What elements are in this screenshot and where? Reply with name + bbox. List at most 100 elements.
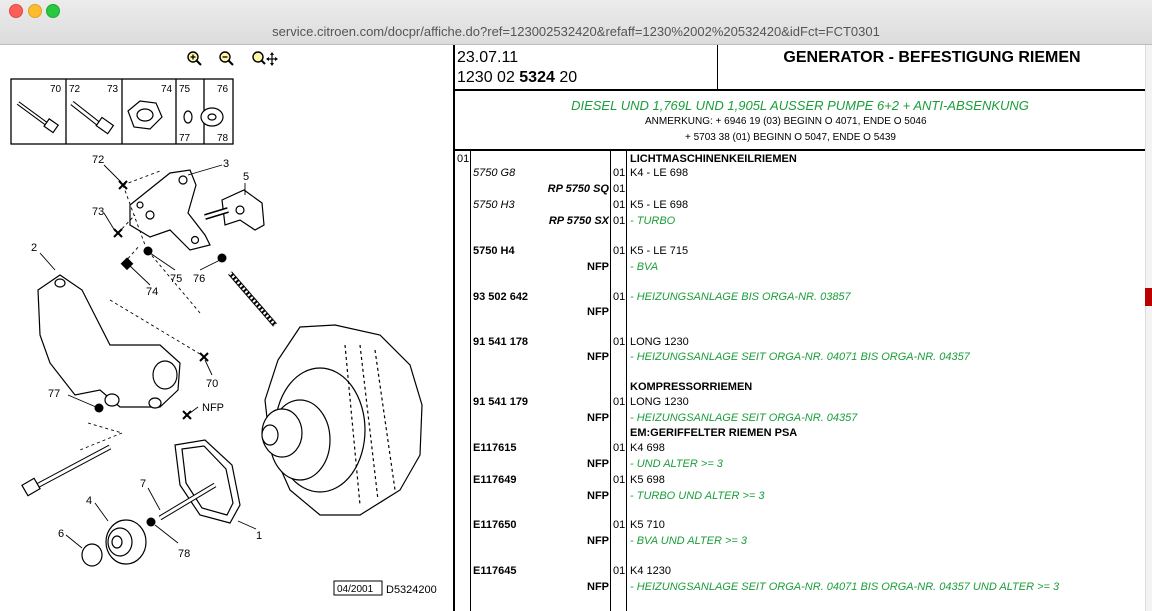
quantity: 01 [613, 474, 626, 486]
quantity: 01 [613, 396, 626, 408]
part-description: - BVA [630, 261, 659, 273]
part-description: - BVA UND ALTER >= 3 [630, 535, 747, 547]
part-description: - UND ALTER >= 3 [630, 458, 723, 470]
part-reference: E117649 [473, 474, 517, 486]
callout-73: 73 [92, 206, 104, 218]
sub-reference: NFP [587, 490, 609, 502]
part-description: - TURBO [630, 215, 676, 227]
table-row[interactable]: 93 502 642 01 - HEIZUNGSANLAGE BIS ORGA-NR… [455, 291, 1145, 305]
quantity: 01 [613, 183, 626, 195]
quantity: 01 [613, 215, 626, 227]
part-description: - HEIZUNGSANLAGE SEIT ORGA-NR. 04357 [630, 412, 858, 424]
part-description: K5 - LE 698 [630, 199, 689, 211]
part-description: - TURBO UND ALTER >= 3 [630, 490, 765, 502]
table-row[interactable]: EM:GERIFFELTER RIEMEN PSA [455, 427, 1145, 441]
callout-77: 77 [48, 388, 60, 400]
hw-label-78: 78 [217, 133, 229, 144]
condition-title: DIESEL UND 1,769L UND 1,905L AUSSER PUMP… [571, 98, 1029, 113]
ref-bold: 5324 [519, 69, 555, 86]
hw-label-73: 73 [107, 84, 119, 95]
quantity: 01 [613, 565, 626, 577]
scroll-marker [1145, 288, 1152, 306]
table-row[interactable]: E117645 01 K4 1230 [455, 565, 1145, 579]
quantity: 01 [613, 336, 626, 348]
callout-1: 1 [256, 530, 262, 542]
table-row[interactable]: 5750 H3 01 K5 - LE 698 [455, 199, 1145, 213]
hw-label-75: 75 [179, 84, 191, 95]
quantity: 01 [613, 291, 626, 303]
quantity: 01 [613, 245, 626, 257]
table-row[interactable]: 91 541 179 01 LONG 1230 [455, 396, 1145, 410]
header-reference: 1230 02 5324 20 [457, 69, 577, 87]
group-number: 01 [457, 153, 470, 165]
quantity: 01 [613, 442, 626, 454]
table-row[interactable]: KOMPRESSORRIEMEN [455, 381, 1145, 395]
callout-7: 7 [140, 478, 146, 490]
part-description: - HEIZUNGSANLAGE SEIT ORGA-NR. 04071 BIS… [630, 581, 1060, 593]
table-row[interactable]: 5750 H4 01 K5 - LE 715 [455, 245, 1145, 259]
hw-label-72: 72 [69, 84, 81, 95]
vertical-scrollbar[interactable] [1145, 45, 1152, 611]
browser-titlebar: service.citroen.com/docpr/affiche.do?ref… [0, 0, 1152, 45]
header-divider [717, 45, 718, 89]
part-description: K4 1230 [630, 565, 671, 577]
address-bar[interactable]: service.citroen.com/docpr/affiche.do?ref… [0, 24, 1152, 39]
callout-72: 72 [92, 154, 104, 166]
callout-6: 6 [58, 528, 64, 540]
sub-reference: RP 5750 SQ [547, 183, 609, 195]
hardware-legend-box [10, 78, 234, 145]
hw-label-77: 77 [179, 133, 191, 144]
callout-70: 70 [206, 378, 218, 390]
callout-5: 5 [243, 171, 249, 183]
diagram-footer-ref: D5324200 [386, 584, 437, 596]
close-window-button[interactable] [9, 4, 23, 18]
table-row[interactable]: NFP - HEIZUNGSANLAGE SEIT ORGA-NR. 04357 [455, 412, 1145, 426]
condition-bottom-rule [455, 149, 1146, 151]
table-row[interactable]: 91 541 178 01 LONG 1230 [455, 336, 1145, 350]
part-description: K4 698 [630, 442, 665, 454]
part-reference: 91 541 178 [473, 336, 529, 348]
part-reference: E117650 [473, 519, 517, 531]
table-row[interactable]: NFP - BVA UND ALTER >= 3 [455, 535, 1145, 549]
quantity: 01 [613, 167, 626, 179]
sub-reference: NFP [587, 261, 609, 273]
table-row[interactable]: NFP - UND ALTER >= 3 [455, 458, 1145, 472]
callout-78: 78 [178, 548, 190, 560]
part-description: LONG 1230 [630, 336, 689, 348]
callout-74: 74 [146, 286, 158, 298]
minimize-window-button[interactable] [28, 4, 42, 18]
drive-belt [174, 439, 241, 524]
ref-suffix: 20 [554, 69, 578, 86]
parts-list-pane: 23.07.11 1230 02 5324 20 GENERATOR - BEF… [455, 45, 1152, 611]
maximize-window-button[interactable] [46, 4, 60, 18]
hw-label-70: 70 [50, 84, 62, 95]
table-row[interactable]: NFP - HEIZUNGSANLAGE SEIT ORGA-NR. 04071 … [455, 581, 1145, 595]
diagram-pane: 70 72 73 74 75 76 77 78 72 3 5 73 2 75 7… [0, 45, 452, 611]
table-row[interactable]: NFP [455, 306, 1145, 320]
ref-prefix: 1230 02 [457, 69, 520, 86]
table-row[interactable]: NFP - HEIZUNGSANLAGE SEIT ORGA-NR. 04071 … [455, 351, 1145, 365]
part-reference: E117615 [473, 442, 517, 454]
condition-note-1: ANMERKUNG: + 6946 19 (03) BEGINN O 4071,… [645, 116, 927, 127]
callout-nfp: NFP [202, 402, 224, 414]
quantity: 01 [613, 519, 626, 531]
callout-76: 76 [193, 273, 205, 285]
table-row[interactable]: RP 5750 SX 01 - TURBO [455, 215, 1145, 229]
part-description: - HEIZUNGSANLAGE BIS ORGA-NR. 03857 [630, 291, 851, 303]
sub-reference: NFP [587, 581, 609, 593]
table-row[interactable]: E117615 01 K4 698 [455, 442, 1145, 456]
table-row[interactable]: 5750 G8 01 K4 - LE 698 [455, 167, 1145, 181]
hw-label-74: 74 [161, 84, 173, 95]
part-reference: 91 541 179 [473, 396, 529, 408]
table-row[interactable]: 01 LICHTMASCHINENKEILRIEMEN [455, 153, 1145, 167]
part-reference: 5750 H3 [473, 199, 515, 211]
table-row[interactable]: NFP - BVA [455, 261, 1145, 275]
sub-reference: RP 5750 SX [548, 215, 609, 227]
table-row[interactable]: NFP - TURBO UND ALTER >= 3 [455, 490, 1145, 504]
table-row[interactable]: E117649 01 K5 698 [455, 474, 1145, 488]
header-bottom-rule [455, 89, 1146, 91]
table-row[interactable]: RP 5750 SQ 01 [455, 183, 1145, 197]
callout-75: 75 [170, 273, 182, 285]
table-row[interactable]: E117650 01 K5 710 [455, 519, 1145, 533]
callout-3: 3 [223, 158, 229, 170]
